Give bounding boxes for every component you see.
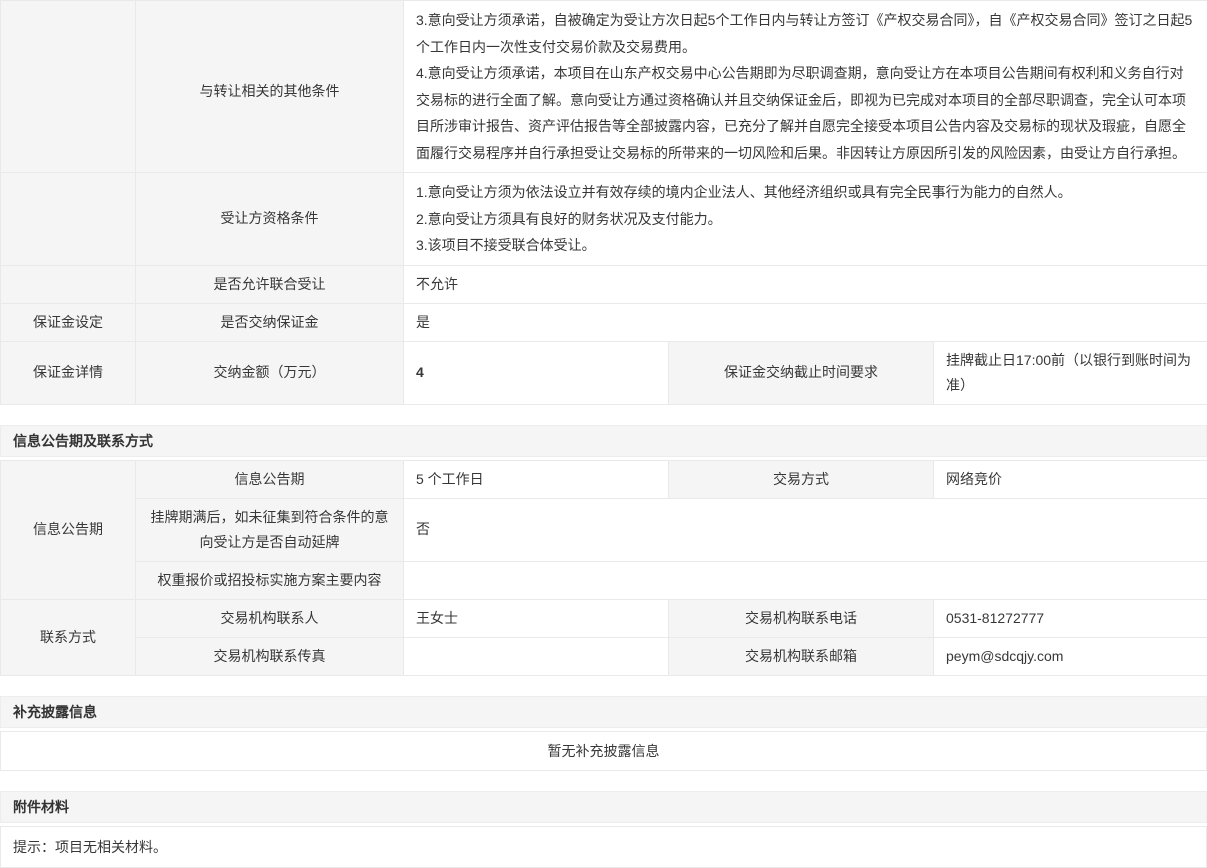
section-title-announcement: 信息公告期及联系方式	[0, 425, 1207, 457]
transfer-conditions-table: 与转让相关的其他条件 3.意向受让方须承诺，自被确定为受让方次日起5个工作日内与…	[0, 0, 1207, 405]
table-row: 交易机构联系传真 交易机构联系邮箱 peym@sdcqjy.com	[1, 637, 1207, 675]
other-conditions-value: 3.意向受让方须承诺，自被确定为受让方次日起5个工作日内与转让方签订《产权交易合…	[404, 1, 1207, 173]
qualification-item-3: 3.该项目不接受联合体受让。	[416, 232, 1193, 259]
deposit-setting-group-label: 保证金设定	[1, 303, 136, 341]
table-row: 保证金详情 交纳金额（万元） 4 保证金交纳截止时间要求 挂牌截止日17:00前…	[1, 341, 1207, 404]
contact-email-value: peym@sdcqjy.com	[934, 637, 1207, 675]
trade-mode-label: 交易方式	[669, 460, 934, 498]
contact-fax-value	[404, 637, 669, 675]
group-label-empty	[1, 265, 136, 303]
condition-paragraph-3: 3.意向受让方须承诺，自被确定为受让方次日起5个工作日内与转让方签订《产权交易合…	[416, 7, 1193, 60]
joint-transfer-value: 不允许	[404, 265, 1207, 303]
contact-person-value: 王女士	[404, 599, 669, 637]
table-row: 权重报价或招投标实施方案主要内容	[1, 561, 1207, 599]
auto-extend-value: 否	[404, 498, 1207, 561]
qualification-label: 受让方资格条件	[136, 173, 404, 266]
trade-mode-value: 网络竞价	[934, 460, 1207, 498]
deposit-required-label: 是否交纳保证金	[136, 303, 404, 341]
qualification-value: 1.意向受让方须为依法设立并有效存续的境内企业法人、其他经济组织或具有完全民事行…	[404, 173, 1207, 266]
table-row: 信息公告期 信息公告期 5 个工作日 交易方式 网络竞价	[1, 460, 1207, 498]
contact-phone-label: 交易机构联系电话	[669, 599, 934, 637]
deposit-amount-label: 交纳金额（万元）	[136, 341, 404, 404]
table-row: 受让方资格条件 1.意向受让方须为依法设立并有效存续的境内企业法人、其他经济组织…	[1, 173, 1207, 266]
deposit-deadline-label: 保证金交纳截止时间要求	[669, 341, 934, 404]
announcement-period-label: 信息公告期	[136, 460, 404, 498]
section-title-supplement: 补充披露信息	[0, 696, 1207, 728]
section-title-attachment: 附件材料	[0, 791, 1207, 823]
attachment-tip-row: 提示：项目无相关材料。	[0, 826, 1207, 868]
contact-group-label: 联系方式	[1, 599, 136, 675]
contact-person-label: 交易机构联系人	[136, 599, 404, 637]
announcement-period-value: 5 个工作日	[404, 460, 669, 498]
contact-fax-label: 交易机构联系传真	[136, 637, 404, 675]
table-row: 与转让相关的其他条件 3.意向受让方须承诺，自被确定为受让方次日起5个工作日内与…	[1, 1, 1207, 173]
deposit-detail-group-label: 保证金详情	[1, 341, 136, 404]
announcement-group-label: 信息公告期	[1, 460, 136, 599]
deposit-required-value: 是	[404, 303, 1207, 341]
group-label-empty	[1, 173, 136, 266]
qualification-item-2: 2.意向受让方须具有良好的财务状况及支付能力。	[416, 206, 1193, 233]
announcement-contact-table: 信息公告期 信息公告期 5 个工作日 交易方式 网络竞价 挂牌期满后，如未征集到…	[0, 460, 1207, 676]
table-row: 保证金设定 是否交纳保证金 是	[1, 303, 1207, 341]
qualification-item-1: 1.意向受让方须为依法设立并有效存续的境内企业法人、其他经济组织或具有完全民事行…	[416, 179, 1193, 206]
contact-phone-value: 0531-81272777	[934, 599, 1207, 637]
listing-detail-page: 与转让相关的其他条件 3.意向受让方须承诺，自被确定为受让方次日起5个工作日内与…	[0, 0, 1207, 868]
deposit-amount-value: 4	[404, 341, 669, 404]
contact-email-label: 交易机构联系邮箱	[669, 637, 934, 675]
bid-plan-value	[404, 561, 1207, 599]
other-conditions-label: 与转让相关的其他条件	[136, 1, 404, 173]
group-label-empty	[1, 1, 136, 173]
condition-paragraph-4: 4.意向受让方须承诺，本项目在山东产权交易中心公告期即为尽职调查期，意向受让方在…	[416, 60, 1193, 166]
auto-extend-label: 挂牌期满后，如未征集到符合条件的意向受让方是否自动延牌	[136, 498, 404, 561]
supplement-empty-row: 暂无补充披露信息	[0, 731, 1207, 771]
deposit-deadline-value: 挂牌截止日17:00前（以银行到账时间为准）	[934, 341, 1207, 404]
table-row: 挂牌期满后，如未征集到符合条件的意向受让方是否自动延牌 否	[1, 498, 1207, 561]
table-row: 是否允许联合受让 不允许	[1, 265, 1207, 303]
bid-plan-label: 权重报价或招投标实施方案主要内容	[136, 561, 404, 599]
joint-transfer-label: 是否允许联合受让	[136, 265, 404, 303]
table-row: 联系方式 交易机构联系人 王女士 交易机构联系电话 0531-81272777	[1, 599, 1207, 637]
